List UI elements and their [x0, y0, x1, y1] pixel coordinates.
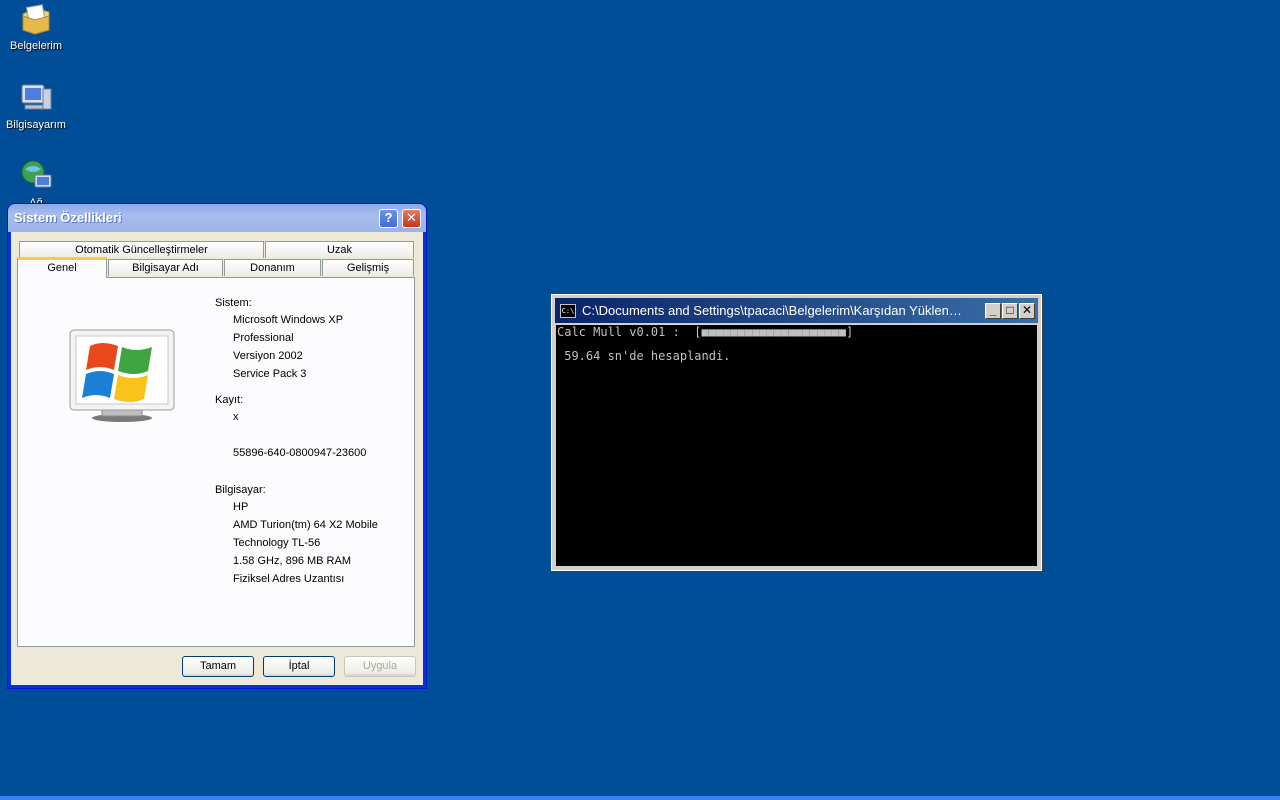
console-title: C:\Documents and Settings\tpacaci\Belgel… — [582, 303, 962, 318]
dialog-title: Sistem Özellikleri — [14, 210, 122, 225]
registered-line — [215, 426, 366, 444]
desktop-icon-my-computer[interactable]: Bilgisayarım — [0, 81, 72, 131]
console-close-button[interactable]: ✕ — [1019, 303, 1035, 319]
console-output[interactable]: Calc Mull v0.01 : [■■■■■■■■■■■■■■■■■■■■]… — [556, 325, 1037, 566]
maximize-button[interactable]: □ — [1002, 303, 1018, 319]
desktop-icon-label: Bilgisayarım — [6, 119, 66, 131]
system-info: Sistem: Microsoft Windows XP Professiona… — [215, 297, 343, 383]
computer-line: Fiziksel Adres Uzantısı — [233, 573, 345, 585]
cancel-button[interactable]: İptal — [263, 656, 335, 677]
help-button[interactable]: ? — [379, 209, 398, 228]
desktop-icon-label: Belgelerim — [10, 40, 62, 52]
system-line: Microsoft Windows XP — [233, 314, 344, 326]
dialog-client-area: Otomatik Güncelleştirmeler Uzak Genel Bi… — [11, 232, 423, 685]
tab-general[interactable]: Genel — [17, 257, 107, 278]
system-line: Professional — [233, 332, 294, 344]
apply-button: Uygula — [344, 656, 416, 677]
system-line: Service Pack 3 — [233, 368, 307, 380]
desktop-icon-network[interactable]: Ağ — [0, 159, 72, 209]
console-line-progress: Calc Mull v0.01 : [■■■■■■■■■■■■■■■■■■■■] — [557, 325, 854, 339]
tab-computer-name[interactable]: Bilgisayar Adı — [108, 259, 223, 276]
registered-line: x — [233, 411, 239, 423]
registered-label: Kayıt: — [215, 394, 244, 406]
product-id: 55896-640-0800947-23600 — [233, 447, 367, 459]
tab-hardware[interactable]: Donanım — [224, 259, 321, 276]
console-app-icon[interactable]: C:\ — [560, 304, 576, 318]
console-titlebar[interactable]: C:\ C:\Documents and Settings\tpacaci\Be… — [555, 298, 1038, 323]
console-window: C:\ C:\Documents and Settings\tpacaci\Be… — [551, 294, 1042, 571]
computer-info: Bilgisayar: HP AMD Turion(tm) 64 X2 Mobi… — [215, 484, 378, 588]
system-label: Sistem: — [215, 297, 252, 309]
computer-line: Technology TL-56 — [233, 537, 321, 549]
system-line: Versiyon 2002 — [233, 350, 303, 362]
my-computer-icon — [19, 81, 53, 115]
windows-logo-monitor-icon — [68, 328, 176, 424]
computer-line: HP — [233, 501, 249, 513]
desktop-icon-my-documents[interactable]: Belgelerim — [0, 2, 72, 52]
my-documents-icon — [19, 2, 53, 36]
computer-label: Bilgisayar: — [215, 484, 266, 496]
network-places-icon — [19, 159, 53, 193]
computer-line: AMD Turion(tm) 64 X2 Mobile — [233, 519, 378, 531]
minimize-button[interactable]: _ — [985, 303, 1001, 319]
close-button[interactable]: ✕ — [402, 209, 421, 228]
tab-remote[interactable]: Uzak — [265, 241, 414, 258]
taskbar[interactable] — [0, 796, 1280, 800]
tab-advanced[interactable]: Gelişmiş — [322, 259, 414, 276]
registered-info: Kayıt: x 55896-640-0800947-23600 — [215, 394, 366, 462]
ok-button[interactable]: Tamam — [182, 656, 254, 677]
tab-automatic-updates[interactable]: Otomatik Güncelleştirmeler — [19, 241, 264, 258]
console-line-result: 59.64 sn'de hesaplandi. — [557, 349, 731, 363]
general-tab-panel: Sistem: Microsoft Windows XP Professiona… — [17, 277, 415, 647]
system-properties-dialog: Sistem Özellikleri ? ✕ Otomatik Güncelle… — [8, 204, 426, 688]
dialog-titlebar[interactable]: Sistem Özellikleri ? ✕ — [8, 204, 426, 232]
computer-line: 1.58 GHz, 896 MB RAM — [233, 555, 351, 567]
